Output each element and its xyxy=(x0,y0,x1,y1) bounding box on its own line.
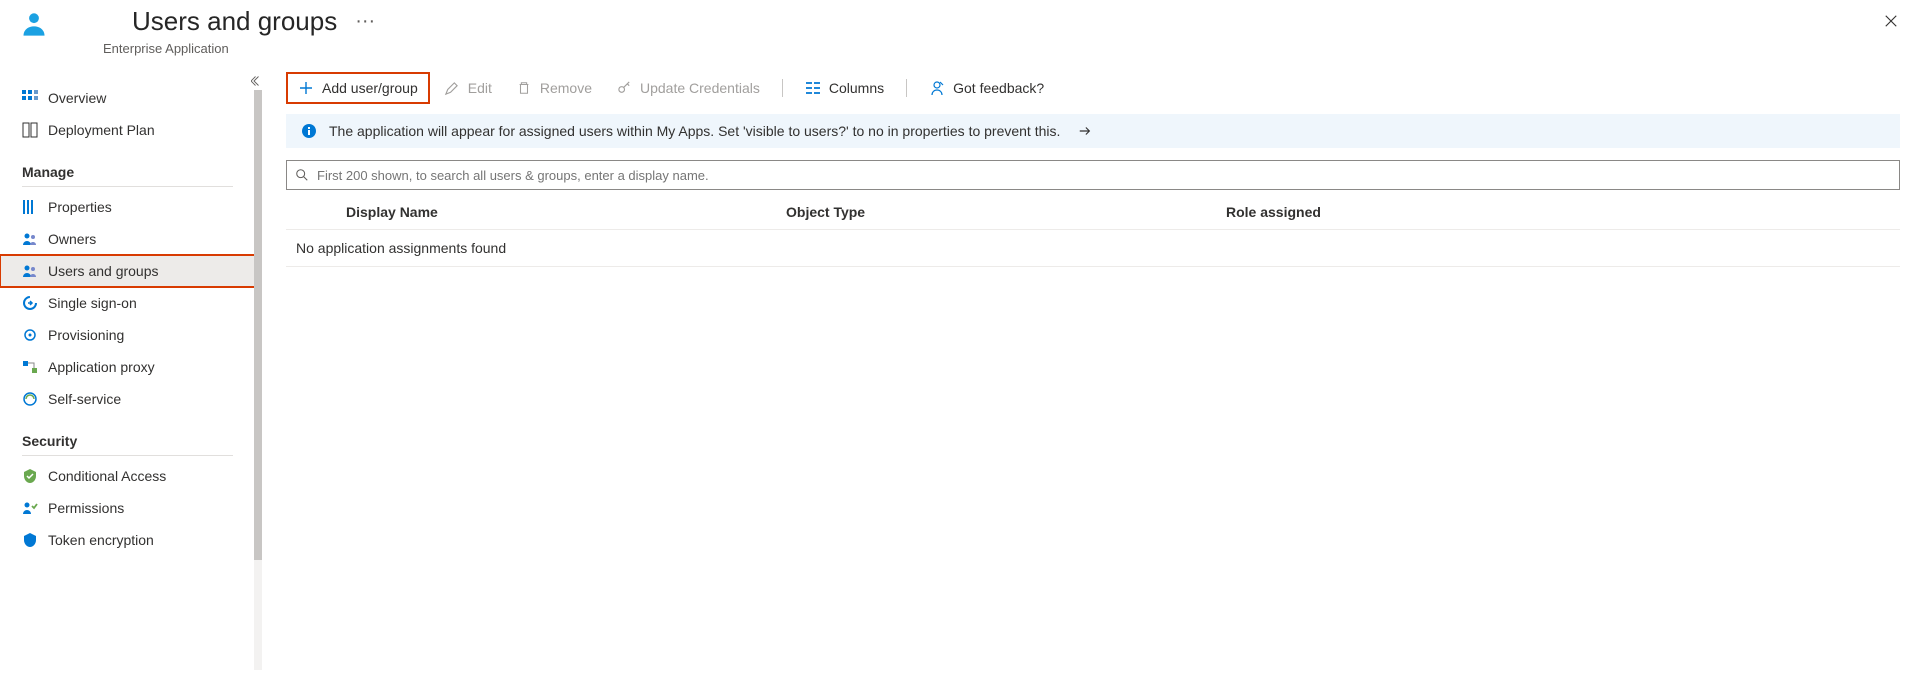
sidebar-item-label: Owners xyxy=(48,231,96,247)
sidebar-divider xyxy=(22,455,233,456)
toolbar-label: Columns xyxy=(829,80,884,96)
table-empty-message: No application assignments found xyxy=(286,230,1900,267)
sidebar-item-overview[interactable]: Overview xyxy=(0,82,255,114)
toolbar-separator xyxy=(782,79,783,97)
sidebar-item-provisioning[interactable]: Provisioning xyxy=(0,319,255,351)
update-credentials-button[interactable]: Update Credentials xyxy=(606,72,770,104)
add-user-group-button[interactable]: Add user/group xyxy=(286,72,430,104)
permissions-icon xyxy=(22,500,38,516)
feedback-button[interactable]: Got feedback? xyxy=(919,72,1054,104)
overview-icon xyxy=(22,90,38,106)
sso-icon xyxy=(22,295,38,311)
proxy-icon xyxy=(22,359,38,375)
sidebar-item-label: Users and groups xyxy=(48,263,159,279)
more-icon[interactable]: ··· xyxy=(355,10,375,33)
plus-icon xyxy=(298,80,314,96)
collapse-sidebar-button[interactable] xyxy=(248,72,266,90)
app-user-icon xyxy=(20,10,48,38)
provisioning-icon xyxy=(22,327,38,343)
sidebar-item-permissions[interactable]: Permissions xyxy=(0,492,255,524)
banner-arrow-button[interactable] xyxy=(1078,124,1092,138)
self-service-icon xyxy=(22,391,38,407)
sidebar-item-owners[interactable]: Owners xyxy=(0,223,255,255)
table-header: Display Name Object Type Role assigned xyxy=(286,194,1900,230)
sidebar-item-label: Token encryption xyxy=(48,532,154,548)
sidebar: Overview Deployment Plan Manage Properti… xyxy=(0,58,262,556)
table-col-role-assigned[interactable]: Role assigned xyxy=(1206,204,1900,220)
sidebar-item-application-proxy[interactable]: Application proxy xyxy=(0,351,255,383)
columns-button[interactable]: Columns xyxy=(795,72,894,104)
shield-icon xyxy=(22,532,38,548)
edit-button[interactable]: Edit xyxy=(434,72,502,104)
info-banner: The application will appear for assigned… xyxy=(286,114,1900,148)
toolbar-label: Remove xyxy=(540,80,592,96)
conditional-access-icon xyxy=(22,468,38,484)
sidebar-item-token-encryption[interactable]: Token encryption xyxy=(0,524,255,556)
sidebar-item-deployment-plan[interactable]: Deployment Plan xyxy=(0,114,255,146)
sidebar-item-label: Application proxy xyxy=(48,359,155,375)
owners-icon xyxy=(22,231,38,247)
feedback-icon xyxy=(929,80,945,96)
sidebar-divider xyxy=(22,186,233,187)
sidebar-item-single-sign-on[interactable]: Single sign-on xyxy=(0,287,255,319)
properties-icon xyxy=(22,199,38,215)
table-col-object-type[interactable]: Object Type xyxy=(766,204,1206,220)
info-text: The application will appear for assigned… xyxy=(329,123,1060,139)
remove-button[interactable]: Remove xyxy=(506,72,602,104)
sidebar-item-label: Permissions xyxy=(48,500,124,516)
sidebar-item-conditional-access[interactable]: Conditional Access xyxy=(0,460,255,492)
sidebar-item-label: Deployment Plan xyxy=(48,122,155,138)
book-icon xyxy=(22,122,38,138)
trash-icon xyxy=(516,80,532,96)
pencil-icon xyxy=(444,80,460,96)
table-col-display-name[interactable]: Display Name xyxy=(326,204,766,220)
sidebar-item-label: Self-service xyxy=(48,391,121,407)
sidebar-item-properties[interactable]: Properties xyxy=(0,191,255,223)
info-icon xyxy=(301,123,317,139)
toolbar-separator xyxy=(906,79,907,97)
page-header: Users and groups ··· Enterprise Applicat… xyxy=(0,0,1920,58)
search-box[interactable] xyxy=(286,160,1900,190)
toolbar-label: Edit xyxy=(468,80,492,96)
sidebar-section-security: Security xyxy=(0,415,255,453)
sidebar-item-label: Conditional Access xyxy=(48,468,166,484)
search-icon xyxy=(295,168,309,182)
close-button[interactable] xyxy=(1880,10,1902,32)
sidebar-item-label: Single sign-on xyxy=(48,295,137,311)
sidebar-scrollbar[interactable] xyxy=(254,90,262,670)
sidebar-item-label: Provisioning xyxy=(48,327,124,343)
sidebar-item-self-service[interactable]: Self-service xyxy=(0,383,255,415)
sidebar-item-label: Overview xyxy=(48,90,106,106)
sidebar-item-label: Properties xyxy=(48,199,112,215)
search-input[interactable] xyxy=(317,168,1891,183)
sidebar-item-users-and-groups[interactable]: Users and groups xyxy=(0,255,255,287)
toolbar: Add user/group Edit Remove Update Creden… xyxy=(286,72,1900,104)
main-content: Add user/group Edit Remove Update Creden… xyxy=(262,58,1920,556)
columns-icon xyxy=(805,80,821,96)
page-title-text: Users and groups xyxy=(132,6,337,37)
page-subtitle: Enterprise Application xyxy=(62,41,375,56)
users-icon xyxy=(22,263,38,279)
toolbar-label: Update Credentials xyxy=(640,80,760,96)
sidebar-section-manage: Manage xyxy=(0,146,255,184)
toolbar-label: Got feedback? xyxy=(953,80,1044,96)
page-title: Users and groups ··· xyxy=(62,6,375,37)
toolbar-label: Add user/group xyxy=(322,80,418,96)
key-icon xyxy=(616,80,632,96)
